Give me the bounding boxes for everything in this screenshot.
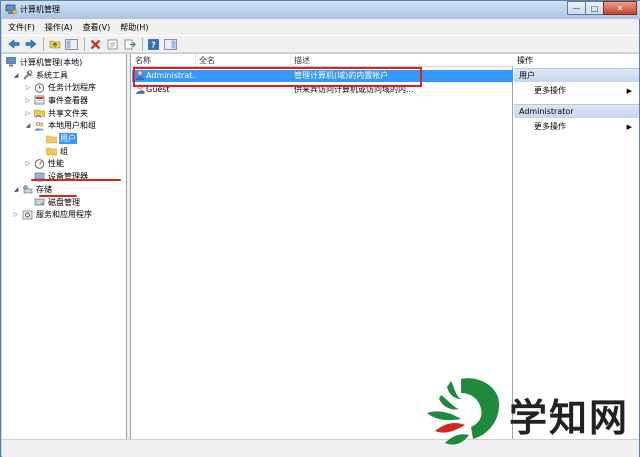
watermark-logo: 学知网 (421, 373, 640, 453)
tree-item-label: 事件查看器 (48, 95, 88, 105)
collapsed-arrow-icon[interactable]: ▷ (24, 84, 32, 91)
watermark-text: 学知网 (509, 396, 630, 440)
users-group-icon (34, 121, 45, 131)
section-title: 用户 (519, 71, 535, 80)
back-arrow-icon[interactable] (6, 37, 21, 51)
title-bar[interactable]: 计算机管理 — □ ✕ (1, 1, 640, 19)
tree-item-label: 系统工具 (36, 70, 68, 80)
tree-item[interactable]: ◢ 系统工具 (12, 69, 69, 81)
console-tree-icon[interactable] (64, 37, 79, 51)
column-header-fullname[interactable]: 全名 (196, 54, 291, 67)
tree-item[interactable]: ▷ 事件查看器 (24, 94, 89, 106)
help-icon[interactable]: ? (146, 37, 161, 51)
actions-section-administrator[interactable]: Administrator (514, 104, 639, 118)
column-header-name[interactable]: 名称 (132, 54, 196, 67)
menu-bar: 文件(F) 操作(A) 查看(V) 帮助(H) (2, 19, 639, 35)
toolbar-separator (43, 37, 44, 51)
tree-item-label: 组 (60, 146, 68, 156)
close-button[interactable]: ✕ (603, 1, 637, 15)
column-header-description[interactable]: 描述 (291, 54, 513, 67)
performance-icon (34, 159, 45, 169)
storage-icon (22, 184, 33, 194)
tree-item[interactable]: ◢ 本地用户和组 (24, 120, 97, 132)
tree-item-label: 服务和应用程序 (36, 210, 92, 220)
collapsed-arrow-icon[interactable]: ▷ (24, 110, 32, 117)
toolbar-separator (84, 37, 85, 51)
computer-management-window: 计算机管理 — □ ✕ 文件(F) 操作(A) 查看(V) 帮助(H) ? 计算… (0, 0, 640, 457)
minimize-button[interactable]: — (567, 1, 586, 15)
clock-icon (34, 83, 45, 93)
tools-icon (22, 70, 33, 80)
menu-file[interactable]: 文件(F) (8, 22, 35, 33)
event-viewer-icon (34, 95, 45, 105)
window-controls: — □ ✕ (567, 1, 637, 16)
tree-item[interactable]: ▷ 共享文件夹 (24, 107, 89, 119)
computer-management-icon (5, 4, 17, 15)
tree-item-label: 任务计划程序 (48, 83, 96, 93)
tree-item-root[interactable]: 计算机管理(本地) (4, 56, 83, 68)
tree-item[interactable]: ▷ 任务计划程序 (24, 82, 97, 94)
action-label: 更多操作 (534, 122, 566, 131)
action-more-actions-users[interactable]: 更多操作 ▶ (514, 84, 639, 98)
toolbar-separator (142, 37, 143, 51)
computer-management-icon (6, 57, 17, 67)
action-more-actions-administrator[interactable]: 更多操作 ▶ (514, 120, 639, 134)
tree-item-label: 磁盘管理 (48, 197, 80, 207)
chevron-right-icon: ▶ (626, 123, 632, 131)
services-icon (22, 210, 33, 220)
forward-arrow-icon[interactable] (23, 37, 38, 51)
delete-icon[interactable] (88, 37, 103, 51)
tree-item-label: 计算机管理(本地) (20, 57, 83, 67)
leaf-face-logo-icon (427, 378, 500, 445)
tree-item[interactable]: 组 (36, 145, 69, 157)
folder-up-icon[interactable] (47, 37, 62, 51)
collapsed-arrow-icon[interactable]: ▷ (12, 211, 20, 218)
menu-help[interactable]: 帮助(H) (120, 22, 148, 33)
tree-item-label: 存储 (36, 184, 52, 194)
disk-icon (34, 197, 45, 207)
console-tree: 计算机管理(本地) ◢ 系统工具 ▷ 任务计划程序 ▷ 事件查看器 ▷ 共享文件夹 ◢ 本地用户和… (2, 54, 127, 439)
tree-item[interactable]: ◢ 存储 (12, 183, 53, 195)
actions-section-users[interactable]: 用户 (514, 68, 639, 82)
tree-item[interactable]: 磁盘管理 (24, 196, 81, 208)
tree-item-label: 本地用户和组 (48, 121, 96, 131)
shared-folder-icon (34, 108, 45, 118)
window-title: 计算机管理 (20, 5, 60, 14)
tree-item-label: 用户 (59, 133, 77, 144)
show-hide-pane-icon[interactable] (163, 37, 178, 51)
properties-icon[interactable] (105, 37, 120, 51)
list-header: 名称 全名 描述 (132, 54, 513, 67)
actions-header: 操作 (517, 56, 533, 65)
folder-icon (46, 146, 57, 156)
collapsed-arrow-icon[interactable]: ▷ (24, 160, 32, 167)
collapsed-arrow-icon[interactable]: ▷ (24, 97, 32, 104)
chevron-right-icon: ▶ (626, 87, 632, 95)
menu-action[interactable]: 操作(A) (45, 22, 73, 33)
toolbar: ? (2, 35, 639, 53)
red-annotation-underline (39, 195, 77, 197)
expanded-arrow-icon[interactable]: ◢ (12, 186, 20, 193)
pane-splitter[interactable] (127, 54, 131, 439)
tree-item[interactable]: ▷ 服务和应用程序 (12, 209, 93, 221)
expanded-arrow-icon[interactable]: ◢ (24, 122, 32, 129)
highlight-box (133, 67, 422, 87)
tree-item[interactable]: 用户 (36, 133, 77, 145)
action-label: 更多操作 (534, 86, 566, 95)
expanded-arrow-icon[interactable]: ◢ (12, 72, 20, 79)
red-annotation-underline (31, 179, 121, 181)
tree-item[interactable]: ▷ 性能 (24, 158, 65, 170)
tree-item-label: 共享文件夹 (48, 108, 88, 118)
maximize-button[interactable]: □ (585, 1, 604, 15)
folder-icon (46, 134, 57, 144)
tree-item-label: 性能 (48, 159, 64, 169)
section-title: Administrator (519, 107, 574, 116)
export-icon[interactable] (122, 37, 137, 51)
menu-view[interactable]: 查看(V) (83, 22, 111, 33)
svg-text:?: ? (151, 40, 156, 49)
